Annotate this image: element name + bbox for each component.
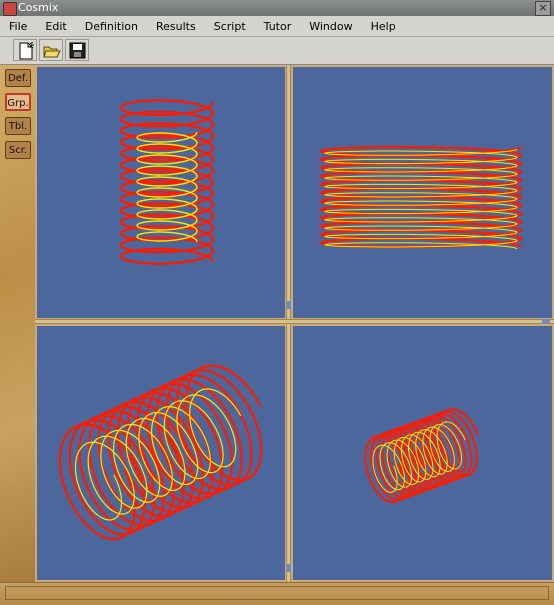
coil-plot-iso-view <box>58 364 263 541</box>
menu-edit[interactable]: Edit <box>36 20 75 33</box>
title-bar: Cosmix × <box>0 0 554 17</box>
outer-coil <box>364 408 480 504</box>
menu-definition[interactable]: Definition <box>76 20 147 33</box>
coil-plot-side-view <box>119 99 215 265</box>
menu-tutor[interactable]: Tutor <box>255 20 301 33</box>
coil-plot-iso-view-small <box>364 408 480 504</box>
status-text <box>5 586 549 600</box>
save-disk-icon <box>69 42 86 59</box>
menu-script[interactable]: Script <box>205 20 255 33</box>
plot-pane-bottom-right[interactable] <box>291 324 554 582</box>
new-file-icon <box>19 42 34 60</box>
sidebar: Def. Grp. Tbl. Scr. <box>0 65 35 582</box>
splitter-grip-icon[interactable] <box>287 564 291 572</box>
app-icon[interactable] <box>3 2 17 16</box>
graph-area <box>35 65 554 582</box>
plot-pane-bottom-left[interactable] <box>35 324 287 582</box>
status-bar <box>0 582 554 605</box>
open-folder-button[interactable] <box>39 39 63 61</box>
new-file-button[interactable] <box>13 39 37 61</box>
close-button[interactable]: × <box>535 1 551 16</box>
menu-bar: File Edit Definition Results Script Tuto… <box>0 16 554 37</box>
menu-file[interactable]: File <box>0 20 36 33</box>
coil-plot-front-view <box>319 146 523 250</box>
menu-results[interactable]: Results <box>147 20 205 33</box>
plot-pane-top-left[interactable] <box>35 65 287 320</box>
open-folder-icon <box>43 46 61 58</box>
plot-pane-top-right[interactable] <box>291 65 554 320</box>
sidebar-item-grp[interactable]: Grp. <box>5 93 31 111</box>
splitter-grip-icon[interactable] <box>287 301 291 309</box>
menu-help[interactable]: Help <box>362 20 405 33</box>
splitter-grip-icon[interactable] <box>542 319 550 323</box>
sidebar-item-def[interactable]: Def. <box>5 69 31 87</box>
toolbar <box>0 37 554 65</box>
sidebar-item-scr[interactable]: Scr. <box>5 141 31 159</box>
menu-window[interactable]: Window <box>300 20 361 33</box>
tilted-small-coil-group <box>364 408 480 504</box>
save-disk-button[interactable] <box>65 39 89 61</box>
horizontal-splitter[interactable] <box>35 319 554 324</box>
window-title: Cosmix <box>18 1 59 14</box>
outer-coil <box>119 99 215 265</box>
sidebar-item-tbl[interactable]: Tbl. <box>5 117 31 135</box>
tilted-coil-group <box>58 364 263 541</box>
